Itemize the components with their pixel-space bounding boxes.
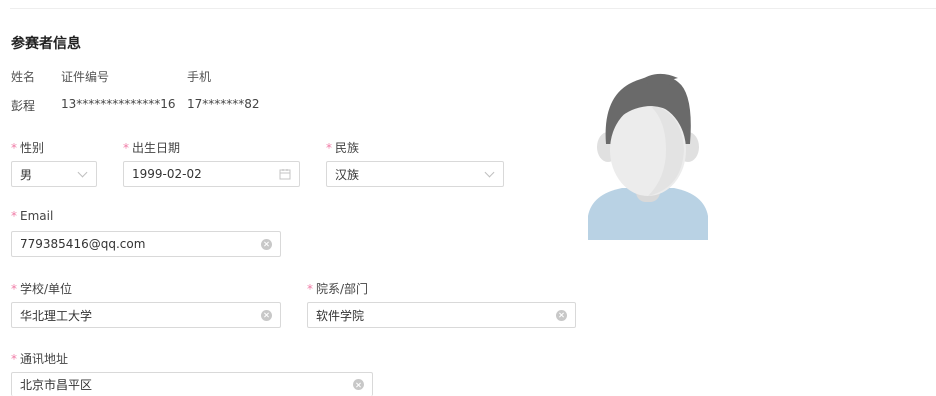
birthdate-value: 1999-02-02	[132, 167, 202, 181]
school-label-text: 学校/单位	[20, 282, 73, 296]
required-marker: *	[11, 351, 17, 366]
default-avatar-icon	[586, 70, 710, 242]
department-value: 软件学院	[316, 308, 365, 323]
ethnicity-label-text: 民族	[335, 141, 360, 155]
ethnicity-value: 汉族	[335, 167, 360, 182]
ethnicity-label: * 民族	[326, 139, 359, 156]
id-number-header: 证件编号	[61, 70, 110, 84]
required-marker: *	[11, 140, 17, 155]
address-label: * 通讯地址	[11, 350, 68, 367]
chevron-down-icon	[77, 167, 88, 177]
email-value: 779385416@qq.com	[20, 237, 146, 251]
phone-value: 17*******82	[187, 97, 260, 111]
clear-icon[interactable]	[261, 309, 272, 321]
name-value: 彭程	[11, 99, 36, 113]
school-label: * 学校/单位	[11, 280, 72, 297]
section-title: 参赛者信息	[11, 36, 81, 52]
birthdate-label-text: 出生日期	[132, 141, 181, 155]
name-header: 姓名	[11, 70, 36, 84]
ethnicity-select[interactable]: 汉族	[326, 161, 504, 187]
top-divider	[10, 8, 936, 9]
email-input[interactable]: 779385416@qq.com	[11, 231, 281, 257]
email-label-text: Email	[20, 209, 54, 223]
birthdate-picker[interactable]: 1999-02-02	[123, 161, 300, 187]
address-value: 北京市昌平区	[20, 378, 93, 392]
email-label: * Email	[11, 209, 53, 223]
school-input[interactable]: 华北理工大学	[11, 302, 281, 328]
id-number-value: 13**************16	[61, 97, 176, 111]
phone-header: 手机	[187, 70, 212, 84]
gender-label-text: 性别	[20, 141, 45, 155]
required-marker: *	[123, 140, 129, 155]
gender-label: * 性别	[11, 139, 44, 156]
clear-icon[interactable]	[261, 238, 272, 250]
gender-select[interactable]: 男	[11, 161, 97, 187]
birthdate-label: * 出生日期	[123, 139, 180, 156]
required-marker: *	[326, 140, 332, 155]
clear-icon[interactable]	[353, 379, 364, 390]
department-input[interactable]: 软件学院	[307, 302, 576, 328]
gender-value: 男	[20, 167, 33, 182]
chevron-down-icon	[484, 167, 495, 177]
department-label: * 院系/部门	[307, 280, 368, 297]
participant-info-form: 参赛者信息 姓名 证件编号 手机 彭程 13**************16 1…	[0, 0, 936, 396]
clear-icon[interactable]	[556, 309, 567, 321]
address-label-text: 通讯地址	[20, 352, 69, 366]
address-input[interactable]: 北京市昌平区	[11, 372, 373, 396]
calendar-icon	[279, 168, 291, 180]
required-marker: *	[11, 281, 17, 296]
school-value: 华北理工大学	[20, 308, 93, 323]
required-marker: *	[11, 209, 17, 223]
required-marker: *	[307, 281, 313, 296]
department-label-text: 院系/部门	[316, 282, 369, 296]
